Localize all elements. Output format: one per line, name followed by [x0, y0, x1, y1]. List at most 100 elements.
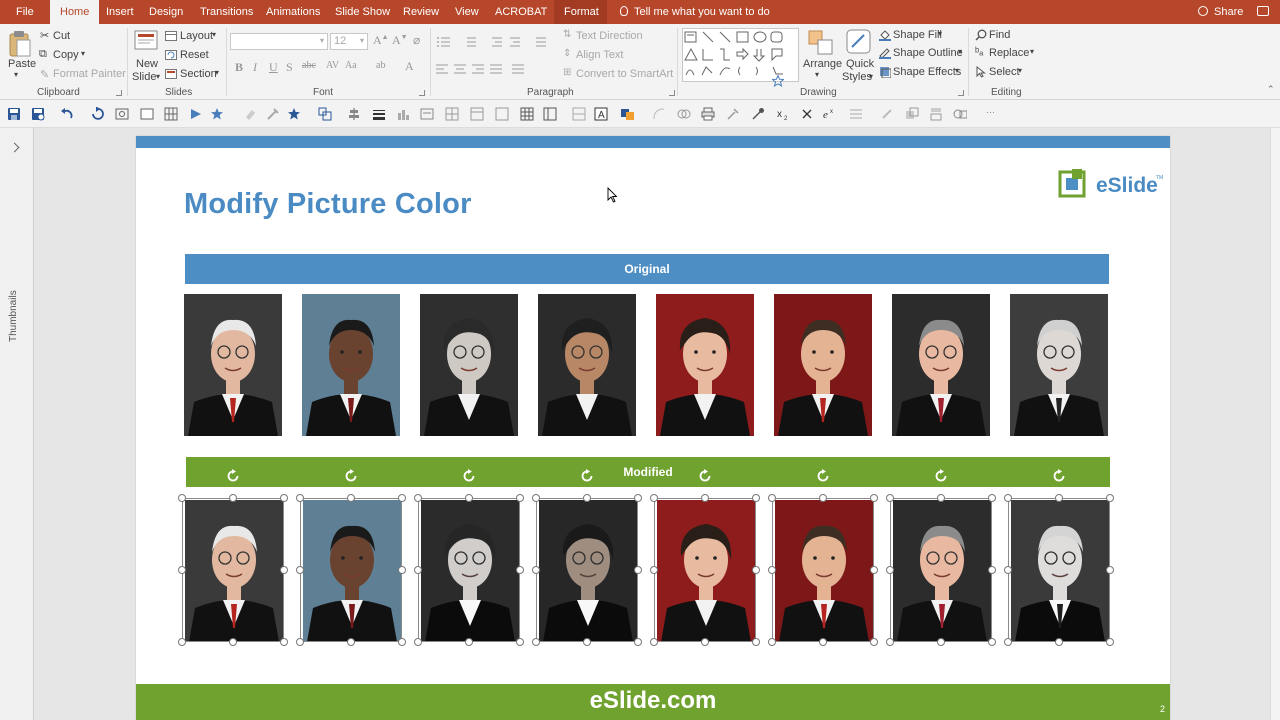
slide-title[interactable]: Modify Picture Color	[184, 188, 472, 221]
text-direction-button[interactable]: Text Direction	[576, 30, 643, 42]
new-slide-icon[interactable]	[134, 30, 158, 52]
resize-handle[interactable]	[280, 494, 288, 502]
rotate-handle-icon[interactable]	[934, 469, 948, 483]
copy-button[interactable]: Copy	[53, 49, 79, 61]
rotate-handle-icon[interactable]	[698, 469, 712, 483]
print-icon[interactable]	[701, 107, 715, 121]
rotate-icon[interactable]	[880, 107, 894, 121]
clipboard-launcher[interactable]	[116, 90, 122, 96]
resize-handle[interactable]	[583, 494, 591, 502]
resize-handle[interactable]	[988, 566, 996, 574]
borders-icon[interactable]	[495, 107, 509, 121]
resize-handle[interactable]	[583, 638, 591, 646]
send-backward-icon[interactable]	[929, 107, 943, 121]
align-text-button[interactable]: Align Text	[576, 49, 624, 61]
effects-star-icon[interactable]	[210, 107, 224, 121]
rotate-handle-icon[interactable]	[1052, 469, 1066, 483]
font-color-icon[interactable]: A	[405, 59, 414, 74]
original-portrait-photo[interactable]	[420, 294, 518, 436]
resize-handle[interactable]	[1004, 638, 1012, 646]
original-portrait-photo[interactable]	[774, 294, 872, 436]
resize-handle[interactable]	[886, 566, 894, 574]
resize-handle[interactable]	[414, 638, 422, 646]
resize-handle[interactable]	[634, 638, 642, 646]
expand-thumbnails-icon[interactable]	[9, 142, 20, 153]
picker-icon[interactable]	[726, 107, 740, 121]
arrange-icon[interactable]	[808, 30, 834, 56]
columns-icon[interactable]	[543, 107, 557, 121]
resize-handle[interactable]	[1106, 494, 1114, 502]
resize-handle[interactable]	[768, 566, 776, 574]
resize-handle[interactable]	[465, 494, 473, 502]
tab-insert[interactable]: Insert	[96, 0, 144, 24]
equation-icon[interactable]: ex	[822, 107, 836, 121]
resize-handle[interactable]	[414, 566, 422, 574]
resize-handle[interactable]	[414, 494, 422, 502]
resize-handle[interactable]	[1004, 494, 1012, 502]
resize-handle[interactable]	[296, 494, 304, 502]
curve-icon[interactable]	[652, 107, 666, 121]
eraser-icon[interactable]	[243, 107, 257, 121]
resize-handle[interactable]	[752, 638, 760, 646]
quick-styles-dropdown-icon[interactable]: ▾	[869, 72, 873, 81]
rotate-handle-icon[interactable]	[226, 469, 240, 483]
text-shadow-icon[interactable]: S	[286, 60, 293, 75]
resize-handle[interactable]	[229, 638, 237, 646]
resize-handle[interactable]	[296, 638, 304, 646]
resize-handle[interactable]	[634, 494, 642, 502]
reset-button[interactable]: Reset	[180, 49, 209, 61]
resize-handle[interactable]	[532, 494, 540, 502]
thumbnails-label[interactable]: Thumbnails	[8, 290, 19, 342]
rotate-handle-icon[interactable]	[580, 469, 594, 483]
quick-styles-label-2[interactable]: Styles	[842, 71, 872, 83]
resize-handle[interactable]	[229, 494, 237, 502]
line-weight-icon[interactable]	[372, 107, 386, 121]
section-button[interactable]: Section	[180, 68, 217, 80]
chart-icon[interactable]	[396, 107, 410, 121]
resize-handle[interactable]	[937, 638, 945, 646]
resize-handle[interactable]	[870, 638, 878, 646]
shape-fill-button[interactable]: Shape Fill	[893, 29, 942, 41]
paragraph-launcher[interactable]	[669, 90, 675, 96]
tab-design[interactable]: Design	[139, 0, 193, 24]
resize-handle[interactable]	[988, 638, 996, 646]
underline-icon[interactable]: U	[269, 60, 278, 75]
resize-handle[interactable]	[1106, 566, 1114, 574]
resize-handle[interactable]	[768, 638, 776, 646]
bold-icon[interactable]: B	[235, 60, 243, 75]
grid-icon[interactable]	[164, 107, 178, 121]
character-spacing-icon[interactable]: AV	[326, 60, 339, 71]
resize-handle[interactable]	[178, 638, 186, 646]
vertical-scrollbar[interactable]	[1270, 128, 1280, 720]
original-portrait-photo[interactable]	[1010, 294, 1108, 436]
strikethrough-icon[interactable]: abc	[302, 60, 316, 71]
new-slide-dropdown-icon[interactable]: ▾	[156, 72, 160, 81]
section-dropdown-icon[interactable]: ▾	[215, 68, 219, 77]
shape-outline-dropdown-icon[interactable]: ▾	[958, 47, 962, 56]
table-style-icon[interactable]	[470, 107, 484, 121]
clear-icon[interactable]	[800, 107, 814, 121]
tab-review[interactable]: Review	[393, 0, 449, 24]
resize-handle[interactable]	[1004, 566, 1012, 574]
resize-handle[interactable]	[280, 566, 288, 574]
footer-text[interactable]: eSlide.com	[136, 684, 1170, 720]
resize-handle[interactable]	[819, 494, 827, 502]
redo-icon[interactable]	[90, 107, 104, 121]
resize-handle[interactable]	[532, 566, 540, 574]
arrange-dropdown-icon[interactable]: ▾	[815, 70, 819, 79]
resize-handle[interactable]	[1106, 638, 1114, 646]
clear-formatting-icon[interactable]: ⌀	[413, 33, 420, 48]
eyedropper-icon[interactable]	[751, 107, 765, 121]
original-portrait-photo[interactable]	[656, 294, 754, 436]
resize-handle[interactable]	[937, 494, 945, 502]
tab-format[interactable]: Format	[554, 0, 607, 24]
resize-handle[interactable]	[886, 638, 894, 646]
font-name-dropdown-icon[interactable]: ▾	[320, 36, 324, 45]
highlight-icon[interactable]: ab	[376, 60, 385, 71]
resize-handle[interactable]	[752, 494, 760, 502]
shape-fill-dropdown-icon[interactable]: ▾	[938, 29, 942, 38]
resize-handle[interactable]	[650, 638, 658, 646]
tab-acrobat[interactable]: ACROBAT	[485, 0, 557, 24]
shrink-font-icon[interactable]: A▼	[392, 33, 408, 48]
resize-handle[interactable]	[280, 638, 288, 646]
